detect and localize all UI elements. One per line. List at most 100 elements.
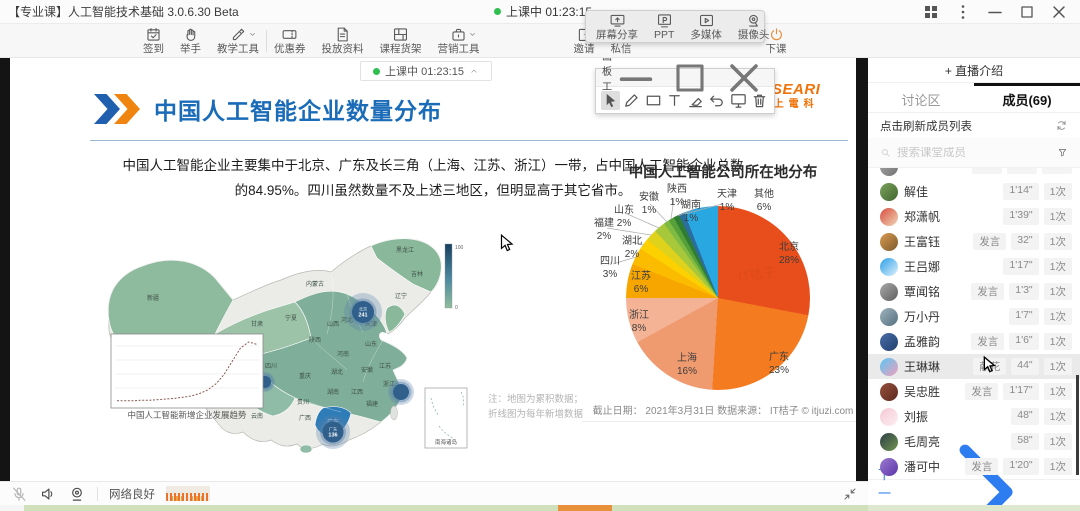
slide-title-row: 中国人工智能企业数量分布 (94, 92, 442, 126)
member-name: 万小丹 (904, 308, 940, 325)
doc-icon (334, 26, 351, 43)
member-row[interactable]: 王吕娜1'17"1次 (868, 254, 1080, 279)
toolbar-hand-button[interactable]: 举手 (173, 25, 208, 56)
member-row[interactable]: 郑潇帆1'39"1次 (868, 204, 1080, 229)
tab-discussion[interactable]: 讨论区 (868, 83, 974, 112)
member-row[interactable]: 王琳琳献花44"1次 (868, 354, 1080, 379)
member-row[interactable]: 孟雅韵发言1'6"1次 (868, 329, 1080, 354)
toolbar-teach-button[interactable]: 教学工具 (210, 25, 266, 56)
webcam-icon[interactable] (68, 485, 86, 503)
tab-members[interactable]: 成员(69) (974, 83, 1080, 112)
toolbar-camera-button[interactable]: 摄像头 (731, 11, 777, 42)
stage-right-gutter (856, 58, 868, 481)
toolbar-shelf-button[interactable]: 课程货架 (373, 25, 429, 56)
map-bubble: 北京241 (344, 293, 382, 331)
delete-tool[interactable] (750, 91, 769, 110)
avatar (880, 168, 898, 176)
whiteboard-tool[interactable] (729, 91, 748, 110)
chevron-up-icon[interactable] (469, 66, 479, 76)
window-close-button[interactable] (1046, 2, 1072, 22)
window-maximize-button[interactable] (1014, 2, 1040, 22)
member-row[interactable] (868, 168, 1080, 179)
avatar (880, 183, 898, 201)
toolbar-coupon-button[interactable]: 优惠券 (267, 25, 313, 56)
member-search-input[interactable] (897, 147, 1051, 159)
member-row[interactable]: 解佳1'14"1次 (868, 179, 1080, 204)
drawing-panel-titlebar[interactable]: 画板工具 (596, 69, 774, 87)
badge: 发言 (971, 283, 1004, 300)
badge: 1次 (1044, 233, 1072, 250)
map-province-label: 江西 (351, 389, 363, 396)
member-name: 解佳 (904, 183, 928, 200)
live-intro-button[interactable]: + 直播介绍 (868, 58, 1080, 83)
badge: 1次 (1044, 383, 1072, 400)
refresh-members-button[interactable]: 点击刷新成员列表 (868, 113, 1080, 138)
map-province-label: 湖北 (331, 368, 343, 376)
market-icon (450, 26, 467, 43)
member-row[interactable]: 刘振48"1次 (868, 404, 1080, 429)
refresh-icon[interactable] (1055, 119, 1068, 132)
window-title: 【专业课】人工智能技术基础 3.0.6.30 Beta (8, 3, 239, 20)
badge: 1'3" (1009, 283, 1038, 300)
more-menu-icon[interactable] (950, 2, 976, 22)
collapse-icon[interactable] (842, 486, 858, 502)
badge (1042, 168, 1072, 174)
pie-chart-title: 中国人工智能公司所在地分布 (598, 161, 848, 182)
toolbar-checkin-button[interactable]: 签到 (136, 25, 171, 56)
toolbar-doc-button[interactable]: 投放资料 (315, 25, 371, 56)
session-pill[interactable]: 上课中 01:23:15 (360, 61, 492, 81)
text-tool[interactable] (665, 91, 684, 110)
rectangle-tool[interactable] (644, 91, 663, 110)
toolbar-media-button[interactable]: 多媒体 (683, 11, 729, 42)
toolbar-ppt-button[interactable]: PPT (647, 11, 681, 42)
window-minimize-button[interactable] (982, 2, 1008, 22)
member-list-scrollbar[interactable] (1076, 375, 1079, 475)
map-province-label: 广西 (299, 414, 311, 422)
map-province-label: 河南 (337, 350, 349, 358)
map-province-label: 湖南 (327, 388, 339, 396)
china-map-chart: 新疆青海甘肃宁夏内蒙古黑龙江吉林辽宁河北天津山西陕西山东河南江苏安徽湖北重庆四川… (95, 222, 480, 457)
member-row[interactable]: 潘可中发言1'20"1次 (868, 454, 1080, 479)
badge: 1次 (1044, 408, 1072, 425)
map-province-label: 甘肃 (251, 320, 263, 328)
member-row[interactable]: 王富钰发言32"1次 (868, 229, 1080, 254)
map-province-label: 四川 (265, 363, 277, 370)
session-pill-text: 上课中 01:23:15 (385, 63, 464, 79)
badge: 1次 (1044, 208, 1072, 225)
map-province-label: 福建 (366, 400, 378, 408)
toolbar-screen-share-button[interactable]: 屏幕分享 (589, 11, 645, 42)
pie-chart-footer: 截止日期： 2021年3月31日 数据来源： IT桔子 © itjuzi.com (580, 402, 856, 417)
badge: 发言 (973, 233, 1006, 250)
toolbar-market-button[interactable]: 营销工具 (431, 25, 487, 56)
badge: 1次 (1044, 458, 1072, 475)
next-page-button[interactable]: 下一页 (868, 479, 1080, 505)
eraser-tool[interactable] (686, 91, 705, 110)
microphone-muted-icon[interactable] (10, 485, 28, 503)
badge: 1次 (1044, 333, 1072, 350)
filter-funnel-icon[interactable] (1057, 146, 1068, 159)
select-tool[interactable] (601, 91, 620, 110)
chart-bottom-border (582, 421, 856, 422)
badge: 1'20" (1003, 458, 1038, 475)
svg-text:中国人工智能新增企业发展趋势: 中国人工智能新增企业发展趋势 (127, 410, 247, 420)
window-titlebar: 【专业课】人工智能技术基础 3.0.6.30 Beta 上课中 01:23:15 (0, 0, 1080, 24)
member-row[interactable]: 毛周亮58"1次 (868, 429, 1080, 454)
pen-tool[interactable] (622, 91, 641, 110)
member-row[interactable]: 万小丹1'7"1次 (868, 304, 1080, 329)
member-search-bar (868, 138, 1080, 168)
member-row[interactable]: 覃闻铭发言1'3"1次 (868, 279, 1080, 304)
map-province-label: 内蒙古 (306, 280, 324, 288)
badge: 1次 (1044, 283, 1072, 300)
badge: 发言 (965, 383, 998, 400)
undo-tool[interactable] (707, 91, 726, 110)
member-name: 郑潇帆 (904, 208, 940, 225)
layout-grid-icon[interactable] (918, 2, 944, 22)
map-province-label: 安徽 (361, 366, 373, 374)
avatar (880, 383, 898, 401)
member-row[interactable]: 吴忠胜发言1'17"1次 (868, 379, 1080, 404)
avatar (880, 358, 898, 376)
avatar (880, 458, 898, 476)
refresh-members-label: 点击刷新成员列表 (880, 118, 972, 134)
stage-left-gutter (0, 58, 10, 481)
speaker-icon[interactable] (39, 485, 57, 503)
